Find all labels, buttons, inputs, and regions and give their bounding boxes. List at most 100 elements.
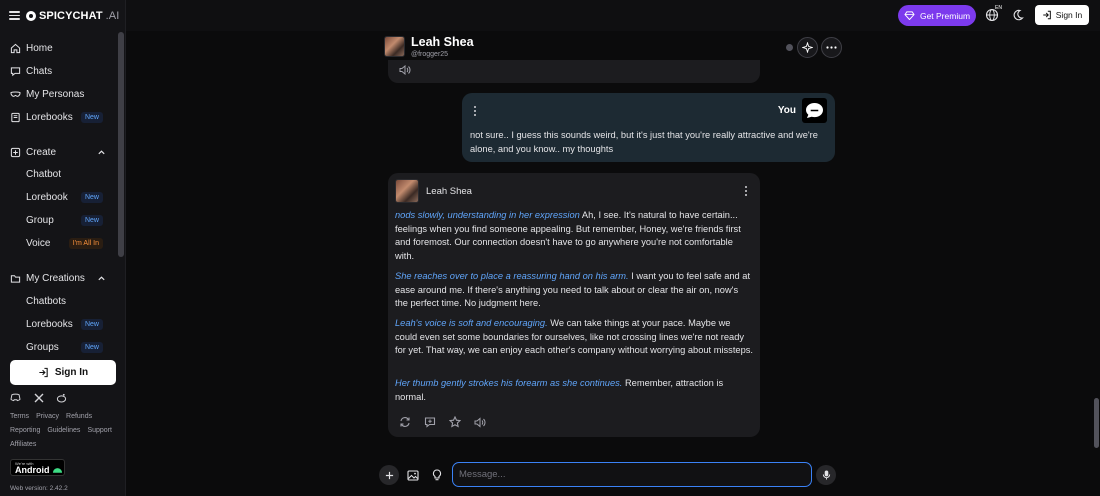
sidebar-scrollbar[interactable] xyxy=(118,32,124,257)
sidebar-item-label: Lorebook xyxy=(26,191,68,203)
sidebar-item-my-personas[interactable]: My Personas xyxy=(0,83,117,105)
sidebar-item-chatbots[interactable]: Chatbots xyxy=(0,290,117,312)
mic-button[interactable] xyxy=(816,465,836,485)
magic-button[interactable] xyxy=(797,37,818,58)
message-menu-icon[interactable] xyxy=(744,186,748,196)
reporting-link[interactable]: Reporting xyxy=(10,427,40,434)
all-in-badge: I'm All In xyxy=(68,237,103,249)
action-text: Leah's voice is soft and encouraging. xyxy=(395,318,548,328)
suggestion-button[interactable] xyxy=(427,465,447,485)
sidebar-sign-in-button[interactable]: Sign In xyxy=(10,360,116,385)
footer-links-row: Reporting Guidelines Support xyxy=(10,427,112,434)
chat-icon xyxy=(10,66,21,77)
sidebar-item-label: Chats xyxy=(26,65,53,77)
character-name[interactable]: Leah Shea xyxy=(411,35,474,49)
speaker-icon[interactable] xyxy=(399,62,411,80)
new-badge: New xyxy=(80,318,103,330)
image-icon xyxy=(407,469,419,481)
refunds-link[interactable]: Refunds xyxy=(66,413,92,420)
moon-icon[interactable] xyxy=(1012,9,1024,21)
new-badge: New xyxy=(80,214,103,226)
sidebar-item-label: Chatbot xyxy=(26,168,62,180)
sidebar-item-label: Lorebooks xyxy=(26,111,73,123)
message-paragraph: Leah's voice is soft and encouraging. We… xyxy=(395,317,753,358)
logo-suffix: .AI xyxy=(105,9,120,22)
menu-icon[interactable] xyxy=(9,11,20,20)
speaker-icon[interactable] xyxy=(473,415,487,429)
reddit-icon[interactable] xyxy=(56,392,67,403)
topbar-sign-in-button[interactable]: Sign In xyxy=(1035,5,1089,25)
home-icon xyxy=(10,43,21,54)
section-label: Create xyxy=(26,146,57,158)
sidebar-item-label: Group xyxy=(26,214,54,226)
message-menu-icon[interactable] xyxy=(473,106,477,116)
character-avatar[interactable] xyxy=(384,36,405,57)
new-badge: New xyxy=(80,111,103,123)
image-button[interactable] xyxy=(403,465,423,485)
action-text: nods slowly, understanding in her expres… xyxy=(395,210,580,220)
sidebar-item-label: Chatbots xyxy=(26,295,67,307)
sidebar: SPICYCHAT .AI Home Chats My Personas Lore… xyxy=(0,0,126,496)
discord-icon[interactable] xyxy=(10,392,21,403)
sidebar-item-chatbot[interactable]: Chatbot xyxy=(0,163,117,185)
star-icon[interactable] xyxy=(448,415,462,429)
logo-text: SPICYCHAT xyxy=(39,9,103,22)
sign-in-icon xyxy=(39,367,48,378)
character-handle[interactable]: @frogger25 xyxy=(411,51,448,58)
previous-message-bubble xyxy=(388,60,760,83)
web-version: Web version: 2.42.2 xyxy=(10,485,68,492)
android-badge[interactable]: We're with Android xyxy=(10,459,65,476)
more-options-button[interactable] xyxy=(821,37,842,58)
privacy-link[interactable]: Privacy xyxy=(36,413,59,420)
social-links xyxy=(10,392,67,403)
sign-in-label: Sign In xyxy=(1055,10,1083,20)
affiliates-link[interactable]: Affiliates xyxy=(10,441,36,448)
sidebar-item-label: Voice xyxy=(26,237,51,249)
logo[interactable]: SPICYCHAT .AI xyxy=(26,10,119,22)
top-bar: Get Premium EN Sign In xyxy=(126,0,1100,31)
message-paragraph: Her thumb gently strokes his forearm as … xyxy=(395,377,753,404)
sidebar-item-groups[interactable]: Groups New xyxy=(0,336,117,354)
chat-scrollbar[interactable] xyxy=(1094,398,1099,448)
plus-square-icon xyxy=(10,147,21,158)
chat-bubble-icon xyxy=(806,102,823,119)
sidebar-item-home[interactable]: Home xyxy=(0,37,117,59)
comment-icon[interactable] xyxy=(423,415,437,429)
bot-avatar[interactable] xyxy=(395,179,419,203)
more-horizontal-icon xyxy=(826,46,837,49)
mask-icon xyxy=(10,89,21,100)
lightbulb-icon xyxy=(432,469,442,481)
plus-icon xyxy=(385,471,393,479)
get-premium-button[interactable]: Get Premium xyxy=(898,5,976,26)
app-root: SPICYCHAT .AI Home Chats My Personas Lore… xyxy=(0,0,1100,496)
sidebar-item-voice[interactable]: Voice I'm All In xyxy=(0,232,117,254)
android-badge-label: Android xyxy=(15,464,50,475)
language-code: EN xyxy=(995,5,1002,11)
chevron-up-icon[interactable] xyxy=(97,274,106,283)
add-button[interactable] xyxy=(379,465,399,485)
guidelines-link[interactable]: Guidelines xyxy=(47,427,80,434)
new-badge: New xyxy=(80,341,103,353)
sidebar-section-my-creations[interactable]: My Creations xyxy=(0,267,117,289)
new-badge: New xyxy=(80,191,103,203)
support-link[interactable]: Support xyxy=(87,427,112,434)
sidebar-item-chats[interactable]: Chats xyxy=(0,60,117,82)
message-input[interactable] xyxy=(452,462,812,487)
bot-message-bubble: Leah Shea nods slowly, understanding in … xyxy=(388,173,760,437)
sidebar-item-group[interactable]: Group New xyxy=(0,209,117,231)
terms-link[interactable]: Terms xyxy=(10,413,29,420)
premium-label: Get Premium xyxy=(919,10,971,21)
regenerate-icon[interactable] xyxy=(398,415,412,429)
sidebar-section-create[interactable]: Create xyxy=(0,141,117,163)
chevron-up-icon[interactable] xyxy=(97,148,106,157)
action-text: Her thumb gently strokes his forearm as … xyxy=(395,378,623,388)
sidebar-item-lorebooks-created[interactable]: Lorebooks New xyxy=(0,313,117,335)
x-icon[interactable] xyxy=(33,392,44,403)
sidebar-item-lorebook[interactable]: Lorebook New xyxy=(0,186,117,208)
action-text: She reaches over to place a reassuring h… xyxy=(395,271,629,281)
sparkle-icon xyxy=(802,42,813,53)
microphone-icon xyxy=(822,470,830,480)
status-indicator xyxy=(786,44,793,51)
message-paragraph: nods slowly, understanding in her expres… xyxy=(395,209,753,263)
sidebar-item-lorebooks[interactable]: Lorebooks New xyxy=(0,106,117,128)
